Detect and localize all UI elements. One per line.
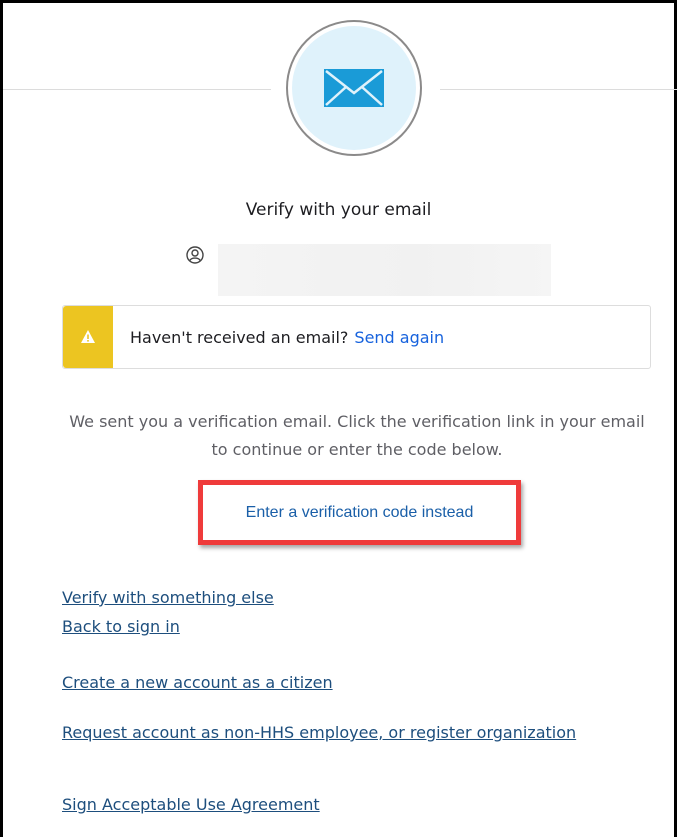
create-citizen-account-link[interactable]: Create a new account as a citizen (62, 672, 333, 694)
resend-callout: Haven't received an email? Send again (62, 305, 651, 369)
request-account-link[interactable]: Request account as non-HHS employee, or … (62, 722, 622, 744)
divider-right (440, 89, 677, 90)
highlight-box: Enter a verification code instead (198, 480, 521, 545)
page-title: Verify with your email (245, 200, 432, 220)
send-again-link[interactable]: Send again (354, 328, 444, 347)
sign-agreement-link[interactable]: Sign Acceptable Use Agreement (62, 794, 320, 816)
user-circle-icon (186, 246, 204, 264)
warning-badge (63, 306, 113, 368)
instructions-text: We sent you a verification email. Click … (69, 412, 645, 459)
envelope-icon (324, 69, 384, 107)
verify-something-else-link[interactable]: Verify with something else (62, 587, 274, 609)
redacted-identifier (218, 244, 551, 296)
factor-icon-badge (286, 20, 422, 156)
divider-left (3, 89, 271, 90)
back-to-sign-in-link[interactable]: Back to sign in (62, 616, 180, 638)
warning-icon (81, 330, 95, 343)
callout-message: Haven't received an email? (130, 327, 349, 347)
enter-code-link[interactable]: Enter a verification code instead (246, 504, 474, 522)
